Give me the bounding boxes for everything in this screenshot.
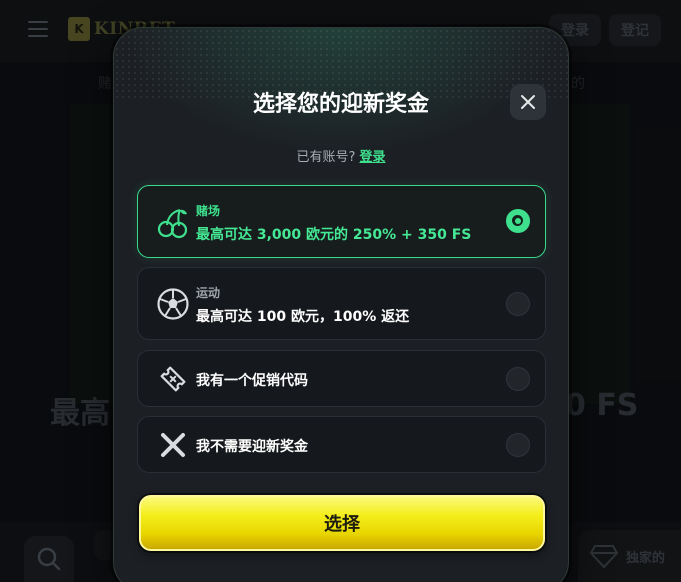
account-prompt: 已有账号? 登录 (114, 146, 568, 165)
bonus-option-casino[interactable]: 赌场 最高可达 3,000 欧元的 250% + 350 FS (137, 185, 546, 258)
radio-unselected[interactable] (506, 433, 530, 457)
bonus-option-description: 最高可达 100 欧元，100% 返还 (196, 309, 410, 325)
select-button[interactable]: 选择 (139, 495, 545, 551)
ticket-icon (156, 362, 190, 396)
bonus-option-sports[interactable]: 运动 最高可达 100 欧元，100% 返还 (137, 267, 546, 340)
bonus-option-description: 我有一个促销代码 (196, 373, 308, 389)
welcome-bonus-modal: 选择您的迎新奖金 已有账号? 登录 赌场 最高可达 3,000 欧元的 250% … (113, 27, 569, 582)
close-icon (521, 95, 535, 109)
soccer-ball-icon (156, 287, 190, 321)
bonus-option-category: 运动 (196, 286, 221, 300)
close-button[interactable] (510, 84, 546, 120)
radio-unselected[interactable] (506, 292, 530, 316)
login-link[interactable]: 登录 (359, 150, 385, 165)
radio-selected[interactable] (506, 209, 530, 233)
bonus-option-category: 赌场 (196, 204, 221, 218)
bonus-option-no-bonus[interactable]: 我不需要迎新奖金 (137, 416, 546, 473)
radio-unselected[interactable] (506, 367, 530, 391)
account-prompt-text: 已有账号? (296, 150, 356, 165)
bonus-option-description: 最高可达 3,000 欧元的 250% + 350 FS (196, 227, 472, 243)
modal-title: 选择您的迎新奖金 (252, 92, 429, 117)
bonus-option-description: 我不需要迎新奖金 (196, 439, 308, 455)
cherry-icon (156, 205, 190, 239)
bonus-option-promo-code[interactable]: 我有一个促销代码 (137, 350, 546, 407)
x-icon (156, 428, 190, 462)
